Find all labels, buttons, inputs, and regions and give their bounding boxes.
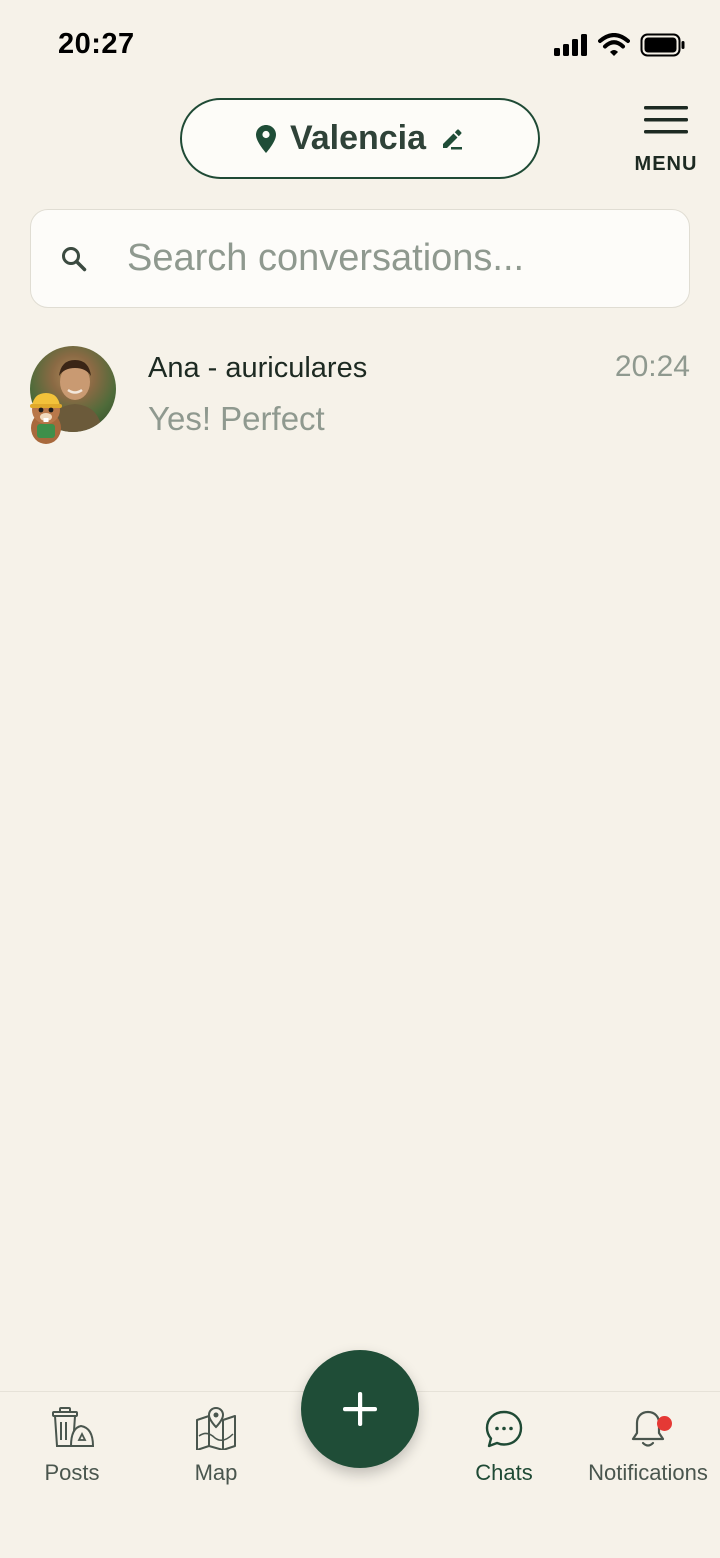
nav-label-posts: Posts (44, 1460, 100, 1485)
search-bar[interactable] (30, 209, 690, 308)
signal-icon (554, 34, 587, 56)
notification-badge (657, 1416, 672, 1431)
location-selector-button[interactable]: Valencia (180, 98, 540, 179)
conversation-time: 20:24 (614, 350, 690, 383)
conversation-list-item[interactable]: Ana - auriculares 20:24 Yes! Perfect (0, 330, 720, 450)
chats-screen: 20:27 Valencia MENU Search conversations… (0, 0, 720, 1558)
status-time: 20:27 (58, 28, 135, 60)
plus-icon (343, 1392, 377, 1426)
search-icon (62, 247, 87, 272)
conversation-name: Ana - auriculares (148, 352, 368, 384)
nav-label-map: Map (194, 1460, 238, 1485)
location-label: Valencia (289, 119, 427, 157)
nav-item-map[interactable]: Map (146, 1406, 286, 1486)
hamburger-menu-icon (644, 106, 688, 134)
menu-button[interactable]: MENU (634, 104, 698, 176)
search-input[interactable] (127, 210, 667, 307)
nav-item-posts[interactable]: Posts (2, 1406, 142, 1486)
edit-pencil-icon (443, 128, 463, 149)
chat-icon (485, 1410, 523, 1448)
nav-label-notifications: Notifications (588, 1460, 708, 1485)
create-post-fab[interactable] (301, 1350, 419, 1468)
nav-item-chats[interactable]: Chats (434, 1406, 574, 1486)
location-pin-icon (255, 124, 276, 153)
status-bar: 20:27 (0, 0, 720, 90)
map-icon (196, 1406, 236, 1450)
wifi-icon (598, 33, 630, 56)
conversation-avatar (22, 346, 122, 446)
recycle-bin-icon (52, 1407, 95, 1447)
beaver-mascot-icon (30, 393, 62, 444)
nav-label-chats: Chats (475, 1460, 533, 1485)
status-icons (554, 33, 686, 57)
nav-item-notifications[interactable]: Notifications (578, 1406, 718, 1486)
conversation-preview: Yes! Perfect (148, 400, 325, 437)
battery-icon (640, 33, 685, 57)
menu-label: MENU (634, 153, 698, 175)
